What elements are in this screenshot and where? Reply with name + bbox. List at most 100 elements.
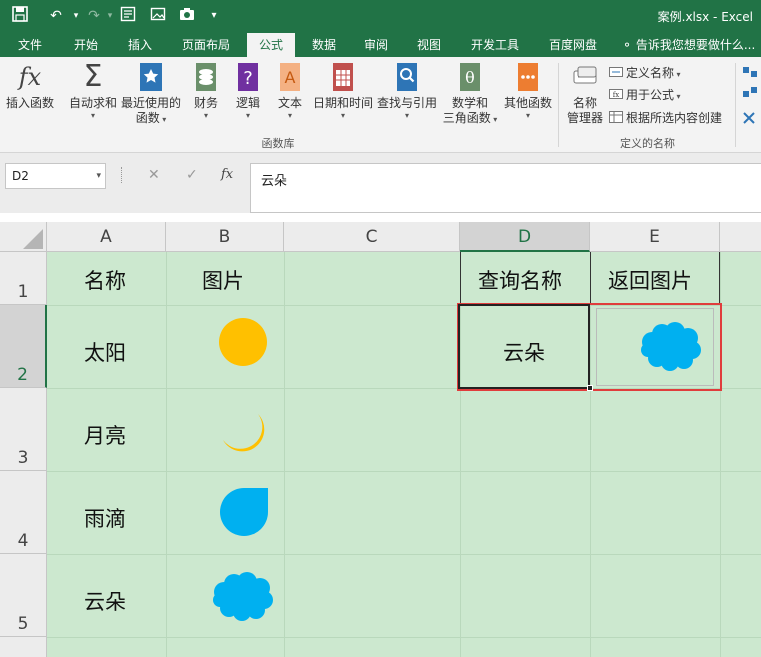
lookup-reference-button[interactable]: 查找与引用 ▾ xyxy=(374,61,440,121)
worksheet-grid[interactable]: A B C D E 1 2 3 4 5 名称 图片 查询名称 返回图片 太阳 月… xyxy=(0,222,761,657)
magnifier-book-icon xyxy=(392,61,422,93)
formula-input[interactable]: 云朵 xyxy=(250,163,761,213)
logical-label: 逻辑 xyxy=(235,96,260,110)
defined-names-group-label: 定义的名称 xyxy=(620,137,675,150)
row-number: 1 xyxy=(17,282,29,302)
undo-icon[interactable]: ↶ xyxy=(46,6,66,26)
cloud-icon[interactable] xyxy=(212,572,274,622)
create-from-selection-button[interactable]: 根据所选内容创建 xyxy=(609,110,722,126)
gridline xyxy=(47,554,761,555)
tab-formulas[interactable]: 公式 xyxy=(247,33,295,57)
group-separator xyxy=(735,63,736,147)
row-number: 2 xyxy=(17,365,28,385)
column-header-a[interactable]: A xyxy=(47,222,166,252)
tell-me-search[interactable]: ⚬ 告诉我您想要做什么... xyxy=(622,33,755,57)
logical-button[interactable]: ? 逻辑 ▾ xyxy=(228,61,268,121)
financial-button[interactable]: 财务 ▾ xyxy=(186,61,226,121)
redo-dropdown-icon[interactable]: ▾ xyxy=(100,6,120,26)
fx-icon: fx xyxy=(18,63,42,91)
sun-icon[interactable] xyxy=(216,316,270,370)
row-header-4[interactable]: 4 xyxy=(0,471,47,554)
use-in-formula-icon: fx xyxy=(609,88,623,100)
tab-baidu-netdisk[interactable]: 百度网盘 xyxy=(540,33,606,57)
more-functions-button[interactable]: 其他函数 ▾ xyxy=(500,61,556,121)
cell-a2[interactable]: 太阳 xyxy=(84,337,126,367)
column-header-c[interactable]: C xyxy=(284,222,460,252)
autosum-button[interactable]: Σ 自动求和 ▾ xyxy=(62,61,124,121)
theta-book-icon: θ xyxy=(455,61,485,93)
tab-file[interactable]: 文件 xyxy=(8,33,52,57)
chevron-down-icon: ▾ xyxy=(287,111,292,120)
tab-home[interactable]: 开始 xyxy=(64,33,108,57)
group-separator xyxy=(558,63,559,147)
row-header-5[interactable]: 5 xyxy=(0,554,47,637)
svg-text:fx: fx xyxy=(613,91,620,99)
cell-b1[interactable]: 图片 xyxy=(202,265,244,295)
select-all-icon xyxy=(23,229,43,249)
column-header-e[interactable]: E xyxy=(590,222,720,252)
formula-auditing-group[interactable] xyxy=(741,63,761,133)
text-book-icon: A xyxy=(275,61,305,93)
customize-toolbar-icon[interactable]: ▾ xyxy=(204,6,224,26)
cancel-icon[interactable]: ✕ xyxy=(148,167,160,183)
cell-a1[interactable]: 名称 xyxy=(84,265,126,295)
math-trig-button[interactable]: θ 数学和 三角函数 ▾ xyxy=(440,61,500,127)
cell-a4[interactable]: 雨滴 xyxy=(84,503,126,533)
image-import-icon[interactable] xyxy=(148,6,168,26)
name-manager-button[interactable]: 名称 管理器 xyxy=(562,61,608,126)
financial-label: 财务 xyxy=(193,96,218,110)
tab-data[interactable]: 数据 xyxy=(302,33,346,57)
star-book-icon xyxy=(136,61,166,93)
moon-icon[interactable] xyxy=(218,410,268,460)
row-header-6[interactable] xyxy=(0,637,47,657)
date-time-button[interactable]: 日期和时间 ▾ xyxy=(310,61,376,121)
recently-used-label-2: 函数 xyxy=(135,111,160,125)
date-time-label: 日期和时间 xyxy=(312,96,373,110)
chevron-down-icon[interactable]: ▾ xyxy=(96,164,101,188)
select-all-button[interactable] xyxy=(0,222,47,252)
row-header-2[interactable]: 2 xyxy=(0,305,47,388)
insert-function-button[interactable]: fx 插入函数 xyxy=(2,61,58,111)
chevron-down-icon: ▾ xyxy=(203,111,208,120)
use-in-formula-button[interactable]: fx 用于公式 ▾ xyxy=(609,87,681,105)
cell-a3[interactable]: 月亮 xyxy=(84,420,126,450)
define-name-button[interactable]: 定义名称 ▾ xyxy=(609,65,681,83)
recently-used-label-1: 最近使用的 xyxy=(120,96,181,110)
tab-review[interactable]: 审阅 xyxy=(354,33,398,57)
cell-a5[interactable]: 云朵 xyxy=(84,586,126,616)
row-header-3[interactable]: 3 xyxy=(0,388,47,471)
camera-icon[interactable] xyxy=(177,6,197,26)
save-icon[interactable] xyxy=(10,6,30,26)
cell-d1[interactable]: 查询名称 xyxy=(478,265,562,295)
tab-view[interactable]: 视图 xyxy=(407,33,451,57)
name-box[interactable]: D2 ▾ xyxy=(5,163,106,189)
lightbulb-icon: ⚬ xyxy=(622,38,633,52)
tab-page-layout[interactable]: 页面布局 xyxy=(172,33,240,57)
column-header-d[interactable]: D xyxy=(460,222,590,252)
undo-dropdown-icon[interactable]: ▾ xyxy=(66,6,86,26)
more-book-icon xyxy=(513,61,543,93)
column-header-b[interactable]: B xyxy=(166,222,284,252)
name-box-value: D2 xyxy=(12,169,29,183)
cell-e1[interactable]: 返回图片 xyxy=(608,265,692,295)
use-in-formula-label: 用于公式 xyxy=(626,88,675,102)
chevron-down-icon: ▾ xyxy=(90,111,95,120)
financial-icon xyxy=(191,61,221,93)
recently-used-button[interactable]: 最近使用的 函数 ▾ xyxy=(118,61,184,127)
resize-handle[interactable] xyxy=(121,167,123,183)
tab-insert[interactable]: 插入 xyxy=(118,33,162,57)
text-button[interactable]: A 文本 ▾ xyxy=(270,61,310,121)
row-header-1[interactable]: 1 xyxy=(0,252,47,305)
raindrop-icon[interactable] xyxy=(218,486,270,538)
name-tag-icon xyxy=(570,61,600,93)
create-from-selection-label: 根据所选内容创建 xyxy=(626,111,723,125)
fill-handle[interactable] xyxy=(587,385,593,391)
insert-function-icon[interactable]: fx xyxy=(221,167,233,182)
enter-icon[interactable]: ✓ xyxy=(186,167,198,183)
column-header-f[interactable] xyxy=(720,222,761,252)
chevron-down-icon: ▾ xyxy=(245,111,250,120)
insert-function-label: 插入函数 xyxy=(5,96,54,110)
form-icon[interactable] xyxy=(118,6,138,26)
math-trig-label-1: 数学和 xyxy=(451,96,488,110)
tab-developer[interactable]: 开发工具 xyxy=(462,33,528,57)
